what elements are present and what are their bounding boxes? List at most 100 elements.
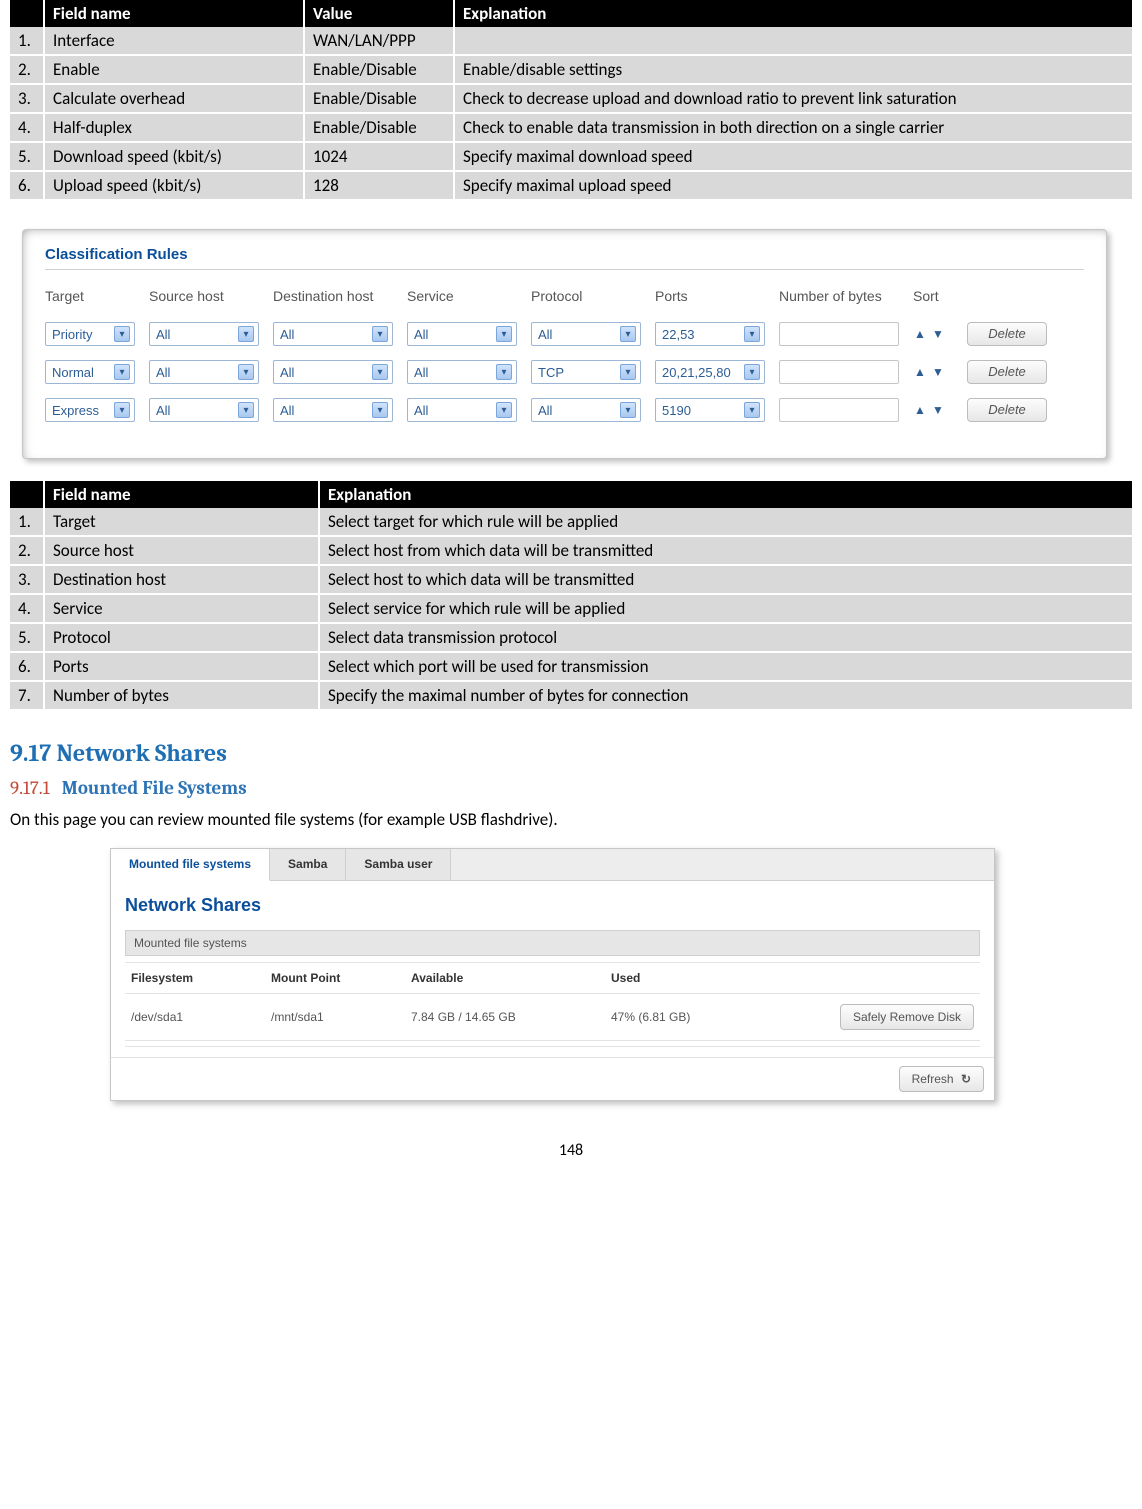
hdr-ports: Ports: [655, 288, 765, 304]
safely-remove-button[interactable]: Safely Remove Disk: [840, 1004, 974, 1030]
row-value: Enable/Disable: [304, 84, 454, 113]
table-row: 4.ServiceSelect service for which rule w…: [10, 594, 1132, 623]
refresh-label: Refresh: [912, 1072, 954, 1086]
page-number: 148: [10, 1141, 1132, 1160]
table-row: 2.EnableEnable/DisableEnable/disable set…: [10, 55, 1132, 84]
service-select[interactable]: All▾: [407, 322, 517, 346]
row-value: 128: [304, 171, 454, 200]
ports-select[interactable]: 20,21,25,80▾: [655, 360, 765, 384]
sort-down-icon[interactable]: ▼: [931, 325, 945, 343]
bytes-input[interactable]: [779, 322, 899, 346]
select-value: Priority: [52, 327, 92, 342]
source-host-select[interactable]: All ▾: [149, 398, 259, 422]
tab-mounted-fs[interactable]: Mounted file systems: [111, 849, 270, 881]
row-expl: Select target for which rule will be app…: [319, 508, 1132, 536]
chevron-down-icon: ▾: [744, 326, 760, 342]
row-expl: Select host to which data will be transm…: [319, 565, 1132, 594]
section-heading: 9.17 Network Shares: [10, 739, 1132, 767]
table-row: 7.Number of bytesSpecify the maximal num…: [10, 681, 1132, 710]
row-value: WAN/LAN/PPP: [304, 27, 454, 55]
sort-up-icon[interactable]: ▲: [913, 401, 927, 419]
select-value: Express: [52, 403, 99, 418]
protocol-select[interactable]: All▾: [531, 398, 641, 422]
chevron-down-icon: ▾: [744, 364, 760, 380]
t2-hdr-field: Field name: [44, 481, 319, 508]
sort-up-icon[interactable]: ▲: [913, 363, 927, 381]
bytes-input[interactable]: [779, 360, 899, 384]
hdr-service: Service: [407, 288, 517, 304]
ports-select[interactable]: 5190▾: [655, 398, 765, 422]
ns-row: /dev/sda1 /mnt/sda1 7.84 GB / 14.65 GB 4…: [125, 994, 980, 1041]
bytes-input[interactable]: [779, 398, 899, 422]
row-field: Download speed (kbit/s): [44, 142, 304, 171]
ns-table: Filesystem Mount Point Available Used /d…: [125, 962, 980, 1047]
ns-title: Network Shares: [125, 895, 980, 916]
row-field: Ports: [44, 652, 319, 681]
service-select[interactable]: All▾: [407, 398, 517, 422]
row-num: 6.: [10, 652, 44, 681]
row-expl: Enable/disable settings: [454, 55, 1132, 84]
ns-section-label: Mounted file systems: [125, 930, 980, 956]
sort-down-icon[interactable]: ▼: [931, 363, 945, 381]
chevron-down-icon: ▾: [238, 402, 254, 418]
subsection-number: 9.17.1: [10, 777, 50, 799]
refresh-icon: ↻: [961, 1072, 971, 1086]
row-field: Upload speed (kbit/s): [44, 171, 304, 200]
dest-host-select[interactable]: All▾: [273, 360, 393, 384]
source-host-select[interactable]: All▾: [149, 322, 259, 346]
sort-up-icon[interactable]: ▲: [913, 325, 927, 343]
dest-host-select[interactable]: All▾: [273, 322, 393, 346]
ns-col-av: Available: [405, 963, 605, 994]
target-select[interactable]: Normal▾: [45, 360, 135, 384]
row-field: Service: [44, 594, 319, 623]
ns-tabs: Mounted file systems Samba Samba user: [111, 849, 994, 881]
ports-select[interactable]: 22,53 ▾: [655, 322, 765, 346]
chevron-down-icon: ▾: [372, 402, 388, 418]
source-host-select[interactable]: All▾: [149, 360, 259, 384]
tab-samba-user[interactable]: Samba user: [346, 849, 451, 880]
select-value: 22,53: [662, 327, 695, 342]
ns-col-fs: Filesystem: [125, 963, 265, 994]
table-row: 3.Calculate overheadEnable/DisableCheck …: [10, 84, 1132, 113]
t2-hdr-num: [10, 481, 44, 508]
target-select[interactable]: Priority ▾: [45, 322, 135, 346]
select-value: All: [280, 327, 294, 342]
table-row: 6.Upload speed (kbit/s)128Specify maxima…: [10, 171, 1132, 200]
delete-button[interactable]: Delete: [967, 360, 1047, 384]
select-value: All: [280, 403, 294, 418]
row-num: 4.: [10, 594, 44, 623]
service-select[interactable]: All▾: [407, 360, 517, 384]
select-value: All: [156, 403, 170, 418]
row-num: 2.: [10, 55, 44, 84]
dest-host-select[interactable]: All ▾: [273, 398, 393, 422]
refresh-button[interactable]: Refresh ↻: [899, 1066, 984, 1092]
subsection-title: Mounted File Systems: [62, 777, 247, 799]
tab-samba[interactable]: Samba: [270, 849, 346, 880]
network-shares-panel: Mounted file systems Samba Samba user Ne…: [110, 848, 995, 1101]
row-field: Number of bytes: [44, 681, 319, 710]
protocol-select[interactable]: TCP▾: [531, 360, 641, 384]
subsection-heading: 9.17.1 Mounted File Systems: [10, 777, 1132, 799]
t1-hdr-expl: Explanation: [454, 0, 1132, 27]
target-select[interactable]: Express▾: [45, 398, 135, 422]
table-row: 6.PortsSelect which port will be used fo…: [10, 652, 1132, 681]
chevron-down-icon: ▾: [744, 402, 760, 418]
row-num: 5.: [10, 623, 44, 652]
sort-down-icon[interactable]: ▼: [931, 401, 945, 419]
hdr-sort: Sort: [913, 288, 953, 304]
row-field: Interface: [44, 27, 304, 55]
select-value: All: [538, 403, 552, 418]
table-row: 4.Half-duplexEnable/DisableCheck to enab…: [10, 113, 1132, 142]
select-value: All: [156, 365, 170, 380]
chevron-down-icon: ▾: [114, 326, 130, 342]
protocol-select[interactable]: All▾: [531, 322, 641, 346]
t1-hdr-value: Value: [304, 0, 454, 27]
row-expl: Specify maximal upload speed: [454, 171, 1132, 200]
body-text: On this page you can review mounted file…: [10, 809, 1132, 830]
delete-button[interactable]: Delete: [967, 398, 1047, 422]
delete-button[interactable]: Delete: [967, 322, 1047, 346]
row-expl: [454, 27, 1132, 55]
table-row: 1.TargetSelect target for which rule wil…: [10, 508, 1132, 536]
hdr-protocol: Protocol: [531, 288, 641, 304]
classification-rules-panel: Classification Rules Target Source host …: [22, 229, 1107, 459]
